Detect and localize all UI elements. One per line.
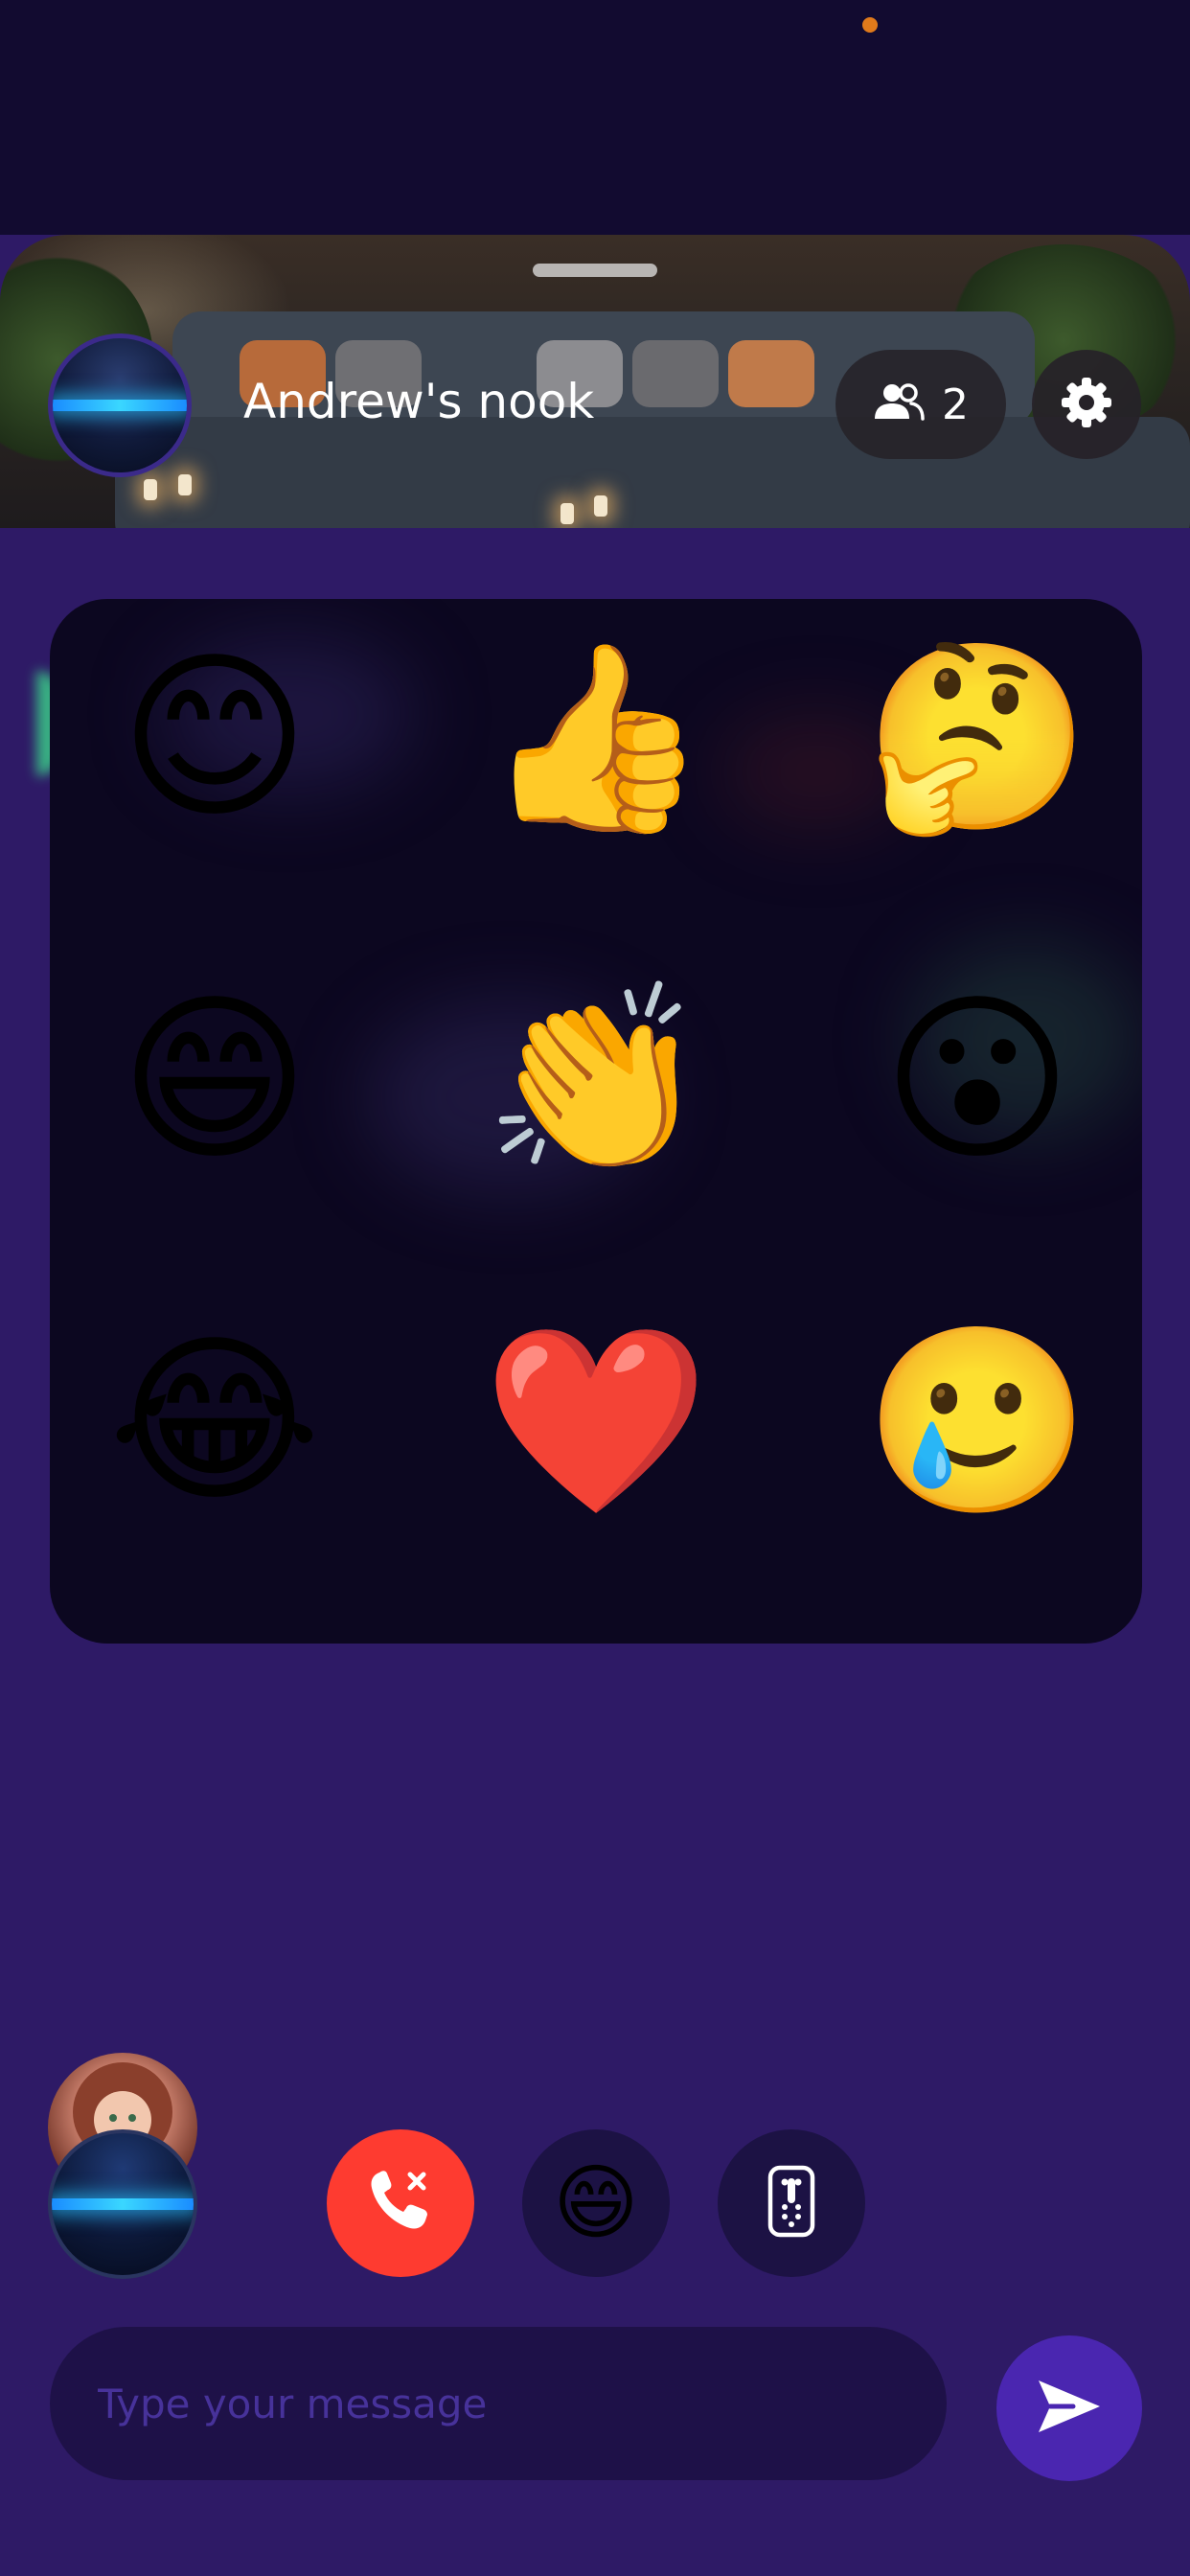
host-avatar[interactable] [48, 334, 192, 477]
avatar-glow-line [53, 400, 187, 411]
reaction-smiling-face[interactable]: 😊 [104, 628, 325, 848]
header-background-sofa-seat [115, 417, 1190, 528]
gear-icon [1060, 376, 1113, 433]
privacy-indicator-dot [862, 17, 878, 33]
header-background-candle [561, 503, 574, 524]
reaction-holding-back-tears[interactable]: 🥲 [864, 1311, 1091, 1531]
header-background-pillow [728, 340, 814, 407]
emoji-reactions-button[interactable]: 😄 [522, 2129, 670, 2277]
reaction-tears-of-joy[interactable]: 😂 [104, 1311, 325, 1531]
call-room-screen: Andrew's nook 2 😊 👍 🤔 😄 👏 😮 😂 ❤️ 🥲 😄 Typ… [0, 0, 1190, 2576]
people-icon [873, 382, 925, 426]
phone-hangup-icon [362, 2163, 439, 2243]
end-call-button[interactable] [327, 2129, 474, 2277]
status-bar [0, 0, 1190, 235]
room-header: Andrew's nook 2 [0, 235, 1190, 528]
remote-control-icon [767, 2165, 816, 2242]
settings-button[interactable] [1032, 350, 1141, 459]
self-avatar[interactable] [48, 2129, 197, 2279]
remote-control-button[interactable] [718, 2129, 865, 2277]
emoji-icon: 😄 [553, 2155, 639, 2251]
header-background-pillow [632, 340, 719, 407]
reaction-clapping-hands[interactable]: 👏 [483, 970, 710, 1190]
room-title: Andrew's nook [243, 374, 595, 429]
reaction-grinning-face[interactable]: 😄 [104, 970, 325, 1190]
drag-handle[interactable] [533, 264, 657, 277]
reaction-surprised-face[interactable]: 😮 [867, 970, 1087, 1190]
header-background-candle [594, 495, 607, 517]
header-background-candle [144, 479, 157, 500]
reaction-red-heart[interactable]: ❤️ [483, 1311, 710, 1531]
message-input[interactable] [50, 2327, 947, 2480]
participants-count: 2 [942, 380, 969, 429]
send-button[interactable] [996, 2335, 1142, 2481]
avatar-glow-line [52, 2198, 194, 2210]
participants-button[interactable]: 2 [835, 350, 1006, 459]
reaction-thumbs-up[interactable]: 👍 [483, 628, 710, 848]
send-icon [1035, 2377, 1104, 2440]
header-background-candle [178, 474, 192, 495]
reaction-panel: 😊 👍 🤔 😄 👏 😮 😂 ❤️ 🥲 [50, 599, 1142, 1644]
reaction-thinking-face[interactable]: 🤔 [864, 628, 1091, 848]
